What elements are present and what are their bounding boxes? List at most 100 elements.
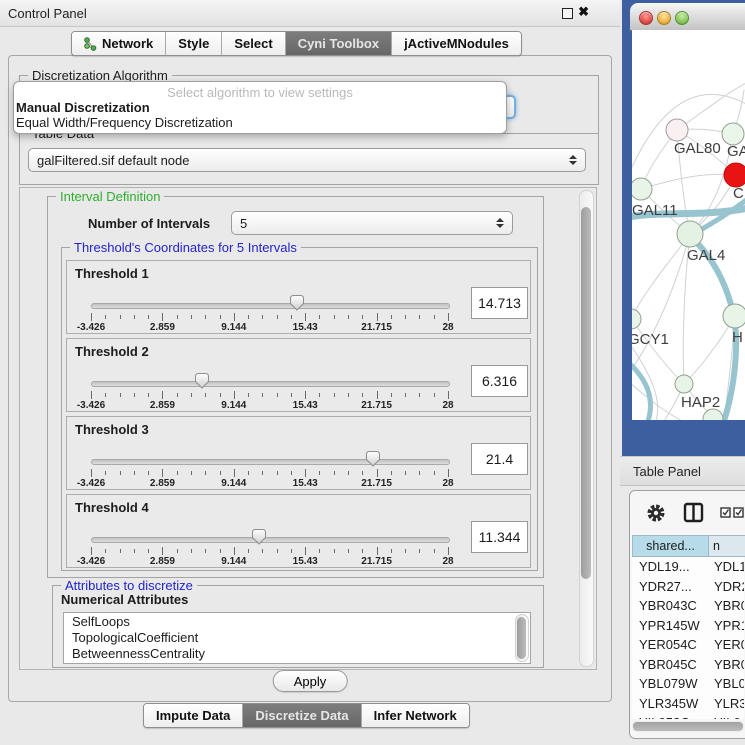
float-window-icon[interactable]	[562, 8, 573, 19]
table-cell: YBR0	[711, 596, 744, 616]
table-panel: Table Panel	[620, 456, 745, 745]
slider-track[interactable]	[91, 459, 450, 465]
number-of-intervals-value: 5	[240, 216, 492, 231]
slider-thumb-icon[interactable]	[365, 450, 381, 467]
zoom-traffic-light[interactable]	[675, 11, 689, 25]
table-row[interactable]: YPR145WYPR1	[632, 616, 744, 636]
table-cell: YDL1	[711, 557, 744, 577]
table-cell: YBR043C	[632, 596, 711, 616]
network-node-h[interactable]	[723, 304, 745, 328]
attribute-item[interactable]: BetweennessCentrality	[64, 646, 517, 661]
close-icon[interactable]: ✖	[578, 4, 589, 20]
slider-track[interactable]	[91, 381, 450, 387]
table-cell: YBL079W	[632, 674, 711, 694]
menu-item-equal-width-frequency-discretization[interactable]: Equal Width/Frequency Discretization	[14, 115, 506, 130]
control-panel-titlebar: Control Panel ✖	[0, 0, 620, 27]
attribute-item[interactable]: TopologicalCoefficient	[64, 630, 517, 646]
threshold-slider[interactable]: -3.4262.8599.14415.4321.71528	[91, 291, 448, 333]
network-node-gal4[interactable]	[677, 221, 703, 247]
table-row[interactable]: YLR345WYLR3	[632, 694, 744, 714]
slider-thumb-icon[interactable]	[251, 528, 267, 545]
slider-track[interactable]	[91, 537, 450, 543]
close-traffic-light[interactable]	[639, 11, 653, 25]
table-row[interactable]: YDL19...YDL1	[632, 557, 744, 577]
threshold-value-box[interactable]: 6.316	[471, 365, 528, 397]
control-panel-window: Control Panel ✖ NetworkStyleSelectCyni T…	[0, 0, 620, 745]
attribute-item[interactable]: SelfLoops	[64, 614, 517, 630]
table-cell: YBR0	[711, 655, 744, 675]
slider-track[interactable]	[91, 303, 450, 309]
column-header-shared-name[interactable]: shared...	[632, 535, 709, 557]
threshold-slider[interactable]: -3.4262.8599.14415.4321.71528	[91, 525, 448, 567]
threshold-label: Threshold 1	[75, 266, 149, 281]
tab-jactivemnodules[interactable]: jActiveMNodules	[391, 32, 521, 55]
threshold-slider[interactable]: -3.4262.8599.14415.4321.71528	[91, 369, 448, 411]
checkbox-icon[interactable]	[720, 507, 731, 518]
slider-thumb-icon[interactable]	[194, 372, 210, 389]
table-cell: YIL052C	[632, 713, 711, 719]
table-row[interactable]: YBR045CYBR0	[632, 655, 744, 675]
network-node-ga[interactable]	[722, 123, 744, 145]
slider-tick-labels: -3.4262.8599.14415.4321.71528	[91, 400, 448, 411]
table-row[interactable]: YBR043CYBR0	[632, 596, 744, 616]
menu-item-manual-discretization[interactable]: Manual Discretization	[14, 100, 506, 115]
apply-button[interactable]: Apply	[273, 670, 348, 692]
table-cell: YDR2	[711, 577, 744, 597]
algorithm-hint: Select algorithm to view settings	[14, 85, 506, 100]
control-panel-title: Control Panel	[8, 6, 87, 21]
tab-cyni-toolbox[interactable]: Cyni Toolbox	[285, 32, 391, 55]
threshold-label: Threshold 3	[75, 422, 149, 437]
slider-ticks	[91, 547, 448, 555]
network-node-gal80[interactable]	[666, 119, 688, 141]
table-horizontal-scrollbar-thumb[interactable]	[633, 722, 743, 731]
table-row[interactable]: YIL052CYIL0	[632, 713, 744, 719]
threshold-value-box[interactable]: 11.344	[471, 521, 528, 553]
table-horizontal-scrollbar[interactable]	[632, 721, 744, 732]
table-cell: YER054C	[632, 635, 711, 655]
network-node-hap2[interactable]	[675, 375, 693, 393]
network-window-titlebar[interactable]	[630, 3, 745, 31]
bottom-tabs: Impute DataDiscretize DataInfer Network	[143, 703, 470, 728]
threshold-section: Threshold 4 -3.4262.8599.14415.4321.7152…	[66, 494, 531, 568]
tab-style[interactable]: Style	[165, 32, 221, 55]
column-header-name[interactable]: n	[709, 535, 745, 557]
threshold-slider[interactable]: -3.4262.8599.14415.4321.71528	[91, 447, 448, 489]
threshold-label: Threshold 2	[75, 344, 149, 359]
interval-definition-legend: Interval Definition	[56, 189, 164, 204]
column-selector-icon[interactable]	[683, 502, 704, 523]
number-of-intervals-combo[interactable]: 5	[231, 211, 513, 235]
node-label: H	[732, 329, 743, 346]
tab-infer-network[interactable]: Infer Network	[361, 704, 469, 727]
attributes-scrollbar[interactable]	[515, 614, 529, 662]
settings-scrollbar-thumb[interactable]	[581, 207, 591, 579]
slider-tick-labels: -3.4262.8599.14415.4321.71528	[91, 556, 448, 567]
top-tabs: NetworkStyleSelectCyni ToolboxjActiveMNo…	[71, 31, 522, 56]
network-node-gcy1[interactable]	[632, 309, 641, 329]
slider-thumb-icon[interactable]	[289, 294, 305, 311]
threshold-value-box[interactable]: 21.4	[471, 443, 528, 475]
minimize-traffic-light[interactable]	[657, 11, 671, 25]
table-row[interactable]: YBL079WYBL0	[632, 674, 744, 694]
table-row[interactable]: YER054CYER0	[632, 635, 744, 655]
table-row[interactable]: YDR27...YDR2	[632, 577, 744, 597]
tab-network[interactable]: Network	[72, 32, 165, 55]
network-window-frame: GAL80GACGAL11GAL4GCY1HHAP2	[622, 0, 745, 456]
network-node-gal11[interactable]	[632, 178, 652, 200]
network-edge	[632, 234, 690, 319]
network-canvas[interactable]: GAL80GACGAL11GAL4GCY1HHAP2	[632, 30, 745, 420]
table-cell: YLR345W	[632, 694, 711, 714]
slider-tick-labels: -3.4262.8599.14415.4321.71528	[91, 322, 448, 333]
settings-scrollbar[interactable]	[579, 190, 594, 667]
network-node-c[interactable]	[724, 163, 745, 187]
threshold-value-box[interactable]: 14.713	[471, 287, 528, 319]
threshold-list: Threshold 1 -3.4262.8599.14415.4321.7152…	[66, 260, 531, 572]
tab-impute-data[interactable]: Impute Data	[144, 704, 242, 727]
table-panel-title: Table Panel	[633, 464, 701, 479]
table-panel-titlebar: Table Panel	[620, 456, 745, 486]
tab-select[interactable]: Select	[221, 32, 284, 55]
gear-icon[interactable]	[646, 503, 666, 523]
checkbox-icon[interactable]	[733, 507, 744, 518]
table-data-combo[interactable]: galFiltered.sif default node	[28, 148, 586, 172]
threshold-label: Threshold 4	[75, 500, 149, 515]
tab-discretize-data[interactable]: Discretize Data	[242, 704, 360, 727]
